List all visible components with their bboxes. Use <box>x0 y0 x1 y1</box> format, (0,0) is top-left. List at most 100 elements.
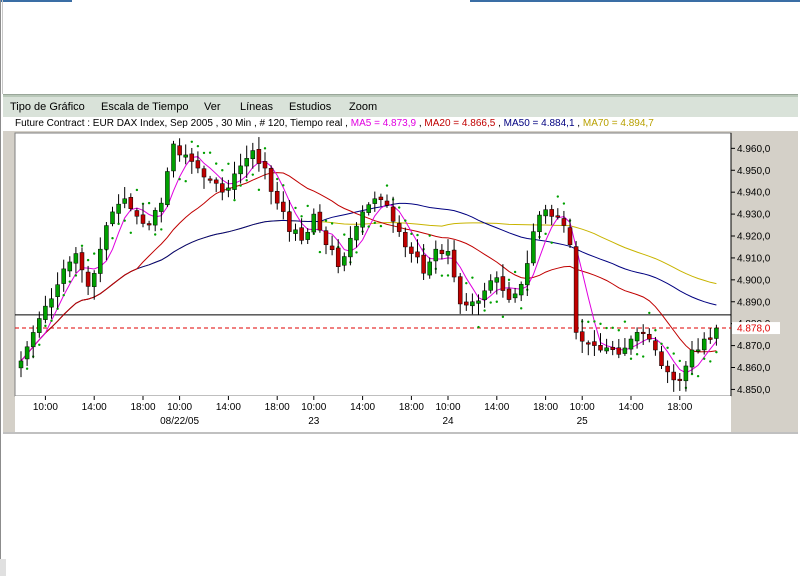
candle-body <box>281 201 286 212</box>
sar-dot <box>666 346 669 349</box>
candle-body <box>189 153 195 162</box>
candle-body <box>488 280 493 291</box>
candle-body <box>506 288 512 300</box>
price-tick-label: 4.930,0 <box>737 210 771 221</box>
candle-body <box>677 378 683 381</box>
sar-dot <box>330 222 334 225</box>
candle-body <box>451 249 457 278</box>
candle-body <box>610 346 615 350</box>
candle-body <box>287 211 292 232</box>
candle-body <box>494 277 500 283</box>
candle-body <box>55 284 60 297</box>
chart-panel: Tipo de Gráfico Escala de Tiempo Ver Lín… <box>3 94 798 433</box>
top-strip-segment-right <box>470 0 800 2</box>
date-label: 08/22/05 <box>160 416 199 427</box>
sar-dot <box>123 219 126 222</box>
candle-body <box>561 218 567 226</box>
sar-dot <box>550 241 553 244</box>
sar-dot <box>355 251 358 254</box>
time-tick-label: 18:00 <box>533 402 558 413</box>
sar-dot <box>215 162 218 165</box>
candle-body <box>37 318 42 333</box>
candle-body <box>85 271 91 287</box>
sar-dot <box>703 357 706 360</box>
candle-body <box>640 331 646 334</box>
candle-body <box>91 273 97 287</box>
sar-dot <box>68 280 72 283</box>
candle-body <box>427 261 432 276</box>
candle-body <box>512 293 518 299</box>
sar-dot <box>190 140 193 143</box>
candle-body <box>329 245 335 250</box>
sar-dot <box>477 325 480 329</box>
time-tick-label: 10:00 <box>301 402 326 413</box>
time-tick-label: 14:00 <box>216 402 241 413</box>
sar-dot <box>86 258 90 262</box>
current-price-label-text: 4.878,0 <box>737 324 771 335</box>
sar-dot <box>233 198 236 202</box>
sar-dot <box>196 144 200 148</box>
time-tick-label: 10:00 <box>33 402 58 413</box>
sar-dot <box>404 219 407 222</box>
time-tick-label: 14:00 <box>350 402 375 413</box>
sar-dot <box>306 204 309 208</box>
candle-body <box>433 248 439 262</box>
candle-body <box>250 150 256 159</box>
sar-dot <box>276 177 279 181</box>
price-tick-label: 4.960,0 <box>737 144 771 155</box>
candle-body <box>549 209 554 217</box>
sar-dot <box>672 352 675 355</box>
time-tick-label: 14:00 <box>484 402 509 413</box>
price-tick-label: 4.950,0 <box>737 166 771 177</box>
candle-body <box>378 196 384 201</box>
vertical-scrollbar-fragment[interactable] <box>0 559 6 576</box>
candle-body <box>256 149 262 164</box>
window-left-border <box>0 0 1 576</box>
candle-body <box>104 225 109 250</box>
time-tick-label: 10:00 <box>167 402 192 413</box>
candle-body <box>348 237 353 258</box>
sar-dot <box>62 293 65 297</box>
candle-body <box>165 171 170 205</box>
sar-dot <box>465 281 468 285</box>
candle-body <box>152 210 158 226</box>
candle-body <box>268 168 274 192</box>
candle-body <box>110 211 115 225</box>
candle-body <box>171 143 176 172</box>
sar-dot <box>587 320 590 324</box>
candle-body <box>518 283 524 296</box>
candle-body <box>421 254 426 274</box>
sar-dot <box>635 353 639 356</box>
sar-dot <box>642 355 645 358</box>
candle-body <box>317 211 323 231</box>
candle-body <box>384 200 390 206</box>
candle-body <box>665 365 670 373</box>
candle-body <box>708 337 713 340</box>
sar-dot <box>93 252 96 255</box>
sar-dot <box>318 250 322 254</box>
candle-body <box>628 338 634 350</box>
time-tick-label: 18:00 <box>667 402 692 413</box>
candle-body <box>360 211 365 228</box>
candle-body <box>543 209 548 217</box>
sar-dot <box>44 324 47 328</box>
candle-body <box>244 158 249 167</box>
sar-dot <box>154 233 157 236</box>
candle-body <box>604 347 609 352</box>
price-axis: 4.960,0 4.950,0 4.940,0 4.930,0 4.920,0 4.910… <box>731 144 771 396</box>
sar-dot <box>471 276 474 279</box>
candle-body <box>335 247 341 267</box>
time-tick-label: 10:00 <box>435 402 460 413</box>
candle-body <box>659 351 664 366</box>
candle-body <box>396 223 402 232</box>
sar-dot <box>501 315 505 319</box>
date-label: 25 <box>577 416 589 427</box>
sar-dot <box>50 319 53 322</box>
candle-body <box>323 230 329 246</box>
candle-body <box>476 300 481 304</box>
current-price-label: 4.878,0 <box>732 322 780 335</box>
candle-body <box>555 215 561 218</box>
price-chart[interactable]: 4.960,0 4.950,0 4.940,0 4.930,0 4.920,0 4.910… <box>3 95 798 433</box>
sar-dot <box>367 225 370 228</box>
sar-dot <box>599 322 602 326</box>
